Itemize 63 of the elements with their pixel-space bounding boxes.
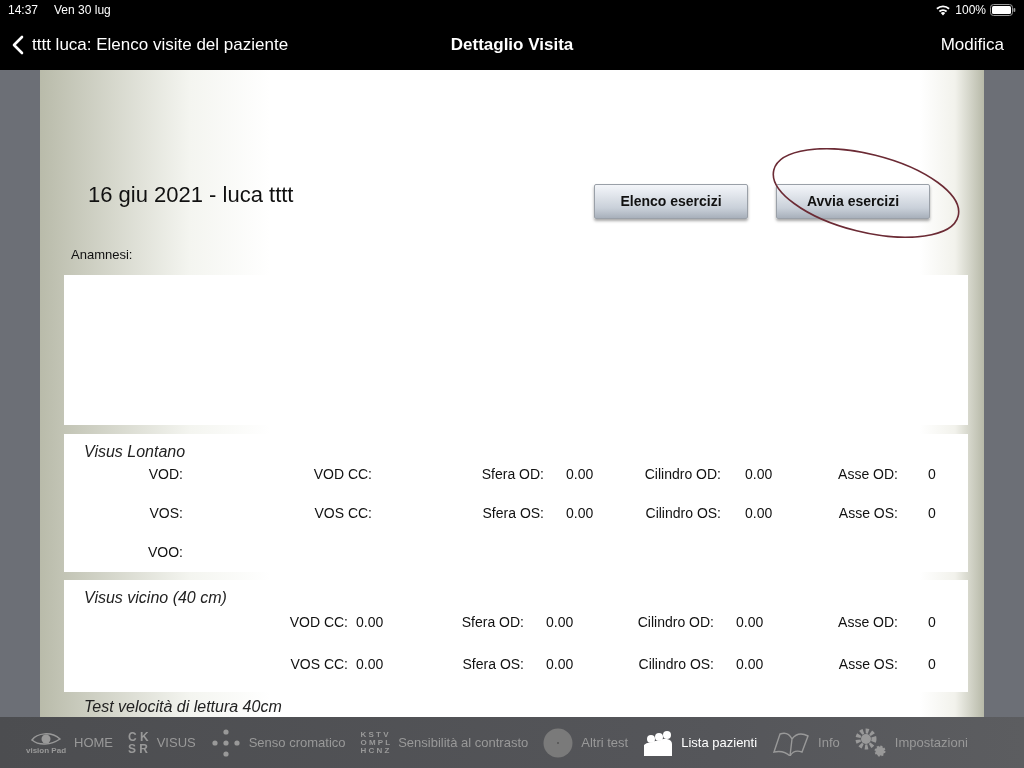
field-value: 0.00	[744, 464, 774, 484]
field-value: 0	[927, 464, 937, 484]
dots-icon	[210, 727, 241, 758]
field-label: Asse OD:	[837, 464, 898, 484]
field-label: VOS CC:	[313, 503, 372, 523]
time-label: 14:37	[8, 2, 39, 19]
tab-bar-item[interactable]: Senso cromatico	[210, 727, 346, 758]
field-value: 0.00	[545, 612, 575, 632]
tab-bar-item[interactable]: Impostazioni	[854, 727, 968, 758]
field-value: 0.00	[735, 612, 765, 632]
section-title: Visus Lontano	[83, 441, 187, 462]
field-label: Sfera OD:	[460, 612, 524, 632]
letter-chart-icon: K S T V O M P L H C N Z	[360, 730, 391, 755]
field-value: 0.00	[355, 612, 385, 632]
field-label: VOD CC:	[312, 464, 372, 484]
field-label: VOO:	[147, 542, 183, 562]
section-title: Visus vicino (40 cm)	[83, 587, 228, 608]
field-value: 0.00	[565, 503, 595, 523]
field-value: 0.00	[735, 654, 765, 674]
field-label: Asse OS:	[837, 503, 898, 523]
field-label: Sfera OD:	[480, 464, 544, 484]
wifi-icon	[935, 4, 952, 16]
field-value: 0	[927, 654, 937, 674]
field-label: VOD CC:	[288, 612, 348, 632]
tab-bar-item[interactable]: Altri test	[543, 727, 629, 758]
back-button[interactable]: tttt luca: Elenco visite del paziente	[12, 32, 289, 58]
field-label: VOD:	[147, 464, 183, 484]
field-label: Cilindro OS:	[644, 503, 721, 523]
anamnesis-label: Anamnesi:	[71, 246, 134, 264]
edit-button[interactable]: Modifica	[940, 32, 1004, 58]
field-label: VOS:	[148, 503, 183, 523]
letter-chart-icon: C K S R	[128, 730, 149, 755]
exercise-button[interactable]: Avvia esercizi	[776, 184, 930, 219]
screen-title: Dettaglio Visita	[450, 34, 574, 57]
eye-drawing	[31, 730, 61, 747]
tab-bar-item[interactable]: vision Pad HOME	[26, 730, 113, 755]
gears-icon	[854, 727, 887, 758]
tab-bar-item[interactable]: Lista pazienti	[643, 729, 758, 756]
visit-title: 16 giu 2021 - luca tttt	[88, 181, 294, 209]
field-label: Asse OD:	[837, 612, 898, 632]
back-chevron-icon	[12, 35, 24, 55]
field-label: VOS CC:	[289, 654, 348, 674]
field-label: Cilindro OS:	[637, 654, 714, 674]
field-label: Sfera OS:	[481, 503, 544, 523]
field-label: Cilindro OD:	[643, 464, 721, 484]
field-value: 0.00	[565, 464, 595, 484]
battery-icon	[990, 4, 1016, 16]
battery-label: 100%	[955, 2, 986, 19]
field-value: 0	[927, 503, 937, 523]
disc-icon	[543, 727, 574, 758]
field-value: 0.00	[545, 654, 575, 674]
tab-bar-item[interactable]: Info	[772, 729, 840, 756]
field-label: Sfera OS:	[461, 654, 524, 674]
people-icon	[643, 729, 674, 756]
section-title: Test velocità di lettura 40cm	[83, 696, 283, 717]
field-value: 0.00	[744, 503, 774, 523]
field-label: Asse OS:	[837, 654, 898, 674]
exercise-button[interactable]: Elenco esercizi	[594, 184, 748, 219]
field-label: Cilindro OD:	[636, 612, 714, 632]
date-label: Ven 30 lug	[54, 2, 111, 19]
field-value: 0	[927, 612, 937, 632]
logo-text: vision Pad	[26, 746, 66, 755]
field-value: 0.00	[355, 654, 385, 674]
